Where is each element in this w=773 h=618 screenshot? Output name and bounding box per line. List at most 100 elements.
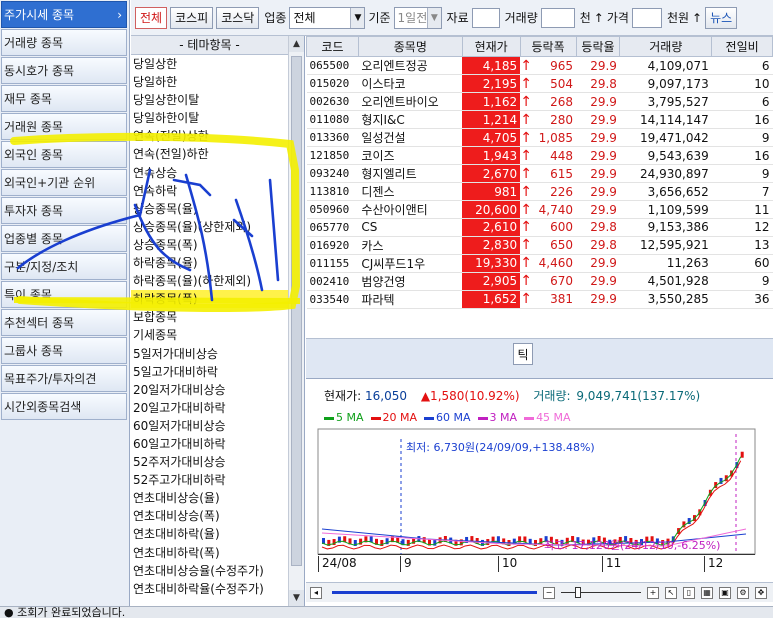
theme-item[interactable]: 52주저가대비상승 <box>131 453 288 471</box>
zoom-in-icon[interactable]: + <box>647 586 659 599</box>
nav-item[interactable]: 거래원 종목 <box>1 113 127 140</box>
nav-item[interactable]: 주가시세 종목 › <box>1 1 127 28</box>
candle-icon[interactable]: ▯ <box>683 586 695 599</box>
scroll-left-icon[interactable]: ◂ <box>310 586 322 599</box>
zoom-slider-handle[interactable] <box>575 587 581 598</box>
scroll-thumb[interactable] <box>291 56 302 566</box>
capital-input[interactable] <box>471 7 500 28</box>
pointer-icon[interactable]: ↖ <box>665 586 677 599</box>
theme-item[interactable]: 20일저가대비상승 <box>131 381 288 399</box>
table-row[interactable]: 121850 코이즈 1,943 ↑ 448 29.9 9,543,639 16 <box>306 146 773 165</box>
theme-item[interactable]: 연속(전일)하한 <box>131 145 288 163</box>
theme-item[interactable]: 연속하락 <box>131 182 288 200</box>
table-row[interactable]: 002630 오리엔트바이오 1,162 ↑ 268 29.9 3,795,527 6 <box>306 92 773 111</box>
column-header-name[interactable]: 종목명 <box>357 36 463 57</box>
theme-item[interactable]: 하락종목(율)(하한제외) <box>131 272 288 290</box>
change-rate: 29.8 <box>576 236 620 255</box>
column-header-volume[interactable]: 거래량 <box>619 36 713 57</box>
scroll-up-icon[interactable]: ▲ <box>289 36 304 52</box>
nav-item[interactable]: 그룹사 종목 <box>1 337 127 364</box>
nav-item[interactable]: 특이 종목 <box>1 281 127 308</box>
table-row[interactable]: 113810 디젠스 981 ↑ 226 29.9 3,656,652 7 <box>306 182 773 201</box>
nav-item[interactable]: 목표주가/투자의견 <box>1 365 127 392</box>
table-row[interactable]: 016920 카스 2,830 ↑ 650 29.8 12,595,921 13 <box>306 236 773 255</box>
theme-item[interactable]: 20일고가대비하락 <box>131 399 288 417</box>
table-row[interactable]: 015020 이스타코 2,195 ↑ 504 29.8 9,097,173 10 <box>306 74 773 93</box>
column-header-rate[interactable]: 등락율 <box>575 36 621 57</box>
theme-item[interactable]: 연초대비상승(율) <box>131 489 288 507</box>
theme-item[interactable]: 연초대비상승율(수정주가) <box>131 562 288 580</box>
table-row[interactable]: 013360 일성건설 4,705 ↑ 1,085 29.9 19,471,042 9 <box>306 128 773 147</box>
nav-item[interactable]: 재무 종목 <box>1 85 127 112</box>
nav-item[interactable]: 외국인+기관 순위 <box>1 169 127 196</box>
prev-ratio: 6 <box>711 92 773 111</box>
theme-list-scrollbar[interactable]: ▲ ▼ <box>288 36 304 606</box>
volume-label: 거래량 <box>504 11 538 25</box>
volume-input[interactable] <box>540 7 575 28</box>
table-row[interactable]: 033540 파라텍 1,652 ↑ 381 29.9 3,550,285 36 <box>306 290 773 309</box>
chevron-down-icon[interactable]: ▼ <box>350 7 365 28</box>
nav-item[interactable]: 투자자 종목 <box>1 197 127 224</box>
market-kosdaq-button[interactable]: 코스닥 <box>216 6 260 29</box>
theme-item[interactable]: 연초대비하락(율) <box>131 525 288 543</box>
table-row[interactable]: 065770 CS 2,610 ↑ 600 29.8 9,153,386 12 <box>306 218 773 237</box>
theme-item[interactable]: 연속상승 <box>131 164 288 182</box>
market-kospi-button[interactable]: 코스피 <box>170 6 214 29</box>
scroll-down-icon[interactable]: ▼ <box>289 590 304 606</box>
table-row[interactable]: 065500 오리엔트정공 4,185 ↑ 965 29.9 4,109,071 6 <box>306 56 773 75</box>
move-icon[interactable]: ✥ <box>755 586 767 599</box>
table-row[interactable]: 011155 CJ씨푸드1우 19,330 ↑ 4,460 29.9 11,263 60 <box>306 254 773 273</box>
news-button[interactable]: 뉴스 <box>705 6 738 29</box>
nav-item[interactable]: 동시호가 종목 <box>1 57 127 84</box>
zoom-slider[interactable] <box>561 587 641 598</box>
theme-item[interactable]: 연초대비하락율(수정주가) <box>131 580 288 598</box>
table-row[interactable]: 011080 형지I&C 1,214 ↑ 280 29.9 14,114,147 16 <box>306 110 773 129</box>
price-change: 4,740 <box>532 200 577 219</box>
image-icon[interactable]: ▣ <box>719 586 731 599</box>
theme-item[interactable]: 상승종목(율) <box>131 200 288 218</box>
sector-select[interactable]: 전체 ▼ <box>289 6 366 29</box>
theme-item[interactable]: 60일저가대비상승 <box>131 417 288 435</box>
nav-item[interactable]: 시간외종목검색 <box>1 393 127 420</box>
nav-item[interactable]: 업종별 종목 <box>1 225 127 252</box>
column-header-code[interactable]: 코드 <box>306 36 359 57</box>
table-row[interactable]: 002410 범양건영 2,905 ↑ 670 29.9 4,501,928 9 <box>306 272 773 291</box>
theme-item[interactable]: 60일고가대비하락 <box>131 435 288 453</box>
basis-label: 기준 <box>368 11 391 25</box>
table-row[interactable]: 093240 형지엘리트 2,670 ↑ 615 29.9 24,930,897 9 <box>306 164 773 183</box>
theme-item[interactable]: 기세종목 <box>131 326 288 344</box>
chart-range-bar[interactable] <box>332 591 537 594</box>
theme-item[interactable]: 5일고가대비하락 <box>131 363 288 381</box>
theme-item[interactable]: 당일하한이탈 <box>131 109 288 127</box>
nav-item[interactable]: 구분/지정/조치 <box>1 253 127 280</box>
theme-item[interactable]: 하락종목(폭) <box>131 290 288 309</box>
theme-item[interactable]: 상승종목(율)(상한제외) <box>131 218 288 236</box>
chevron-down-icon[interactable]: ▼ <box>427 7 441 28</box>
table-row[interactable]: 050960 수산아이앤티 20,600 ↑ 4,740 29.9 1,109,599 11 <box>306 200 773 219</box>
column-header-price[interactable]: 현재가 <box>461 36 521 57</box>
basis-select[interactable]: 1일전 ▼ <box>393 6 442 29</box>
nav-item[interactable]: 외국인 종목 <box>1 141 127 168</box>
grid-icon[interactable]: ▦ <box>701 586 713 599</box>
trade-volume: 14,114,147 <box>619 110 712 129</box>
settings-icon[interactable]: ⚙ <box>737 586 749 599</box>
nav-item[interactable]: 추천섹터 종목 <box>1 309 127 336</box>
theme-item[interactable]: 보합종목 <box>131 308 288 326</box>
theme-item[interactable]: 상승종목(폭) <box>131 236 288 254</box>
theme-item[interactable]: 당일상한 <box>131 55 288 73</box>
price-input[interactable] <box>631 7 662 28</box>
tick-button[interactable]: 틱 <box>513 343 533 365</box>
column-header-prev[interactable]: 전일비 <box>711 36 773 57</box>
theme-item[interactable]: 연속(전일)상한 <box>131 127 288 145</box>
market-all-button[interactable]: 전체 <box>135 6 168 29</box>
theme-item[interactable]: 당일하한 <box>131 73 288 91</box>
theme-item[interactable]: 당일상한이탈 <box>131 91 288 109</box>
theme-item[interactable]: 5일저가대비상승 <box>131 345 288 363</box>
theme-item[interactable]: 52주고가대비하락 <box>131 471 288 489</box>
theme-item[interactable]: 하락종목(율) <box>131 254 288 272</box>
zoom-out-icon[interactable]: − <box>543 586 555 599</box>
column-header-change[interactable]: 등락폭 <box>519 36 577 57</box>
nav-item[interactable]: 거래량 종목 <box>1 29 127 56</box>
theme-item[interactable]: 연초대비상승(폭) <box>131 507 288 525</box>
theme-item[interactable]: 연초대비하락(폭) <box>131 544 288 562</box>
